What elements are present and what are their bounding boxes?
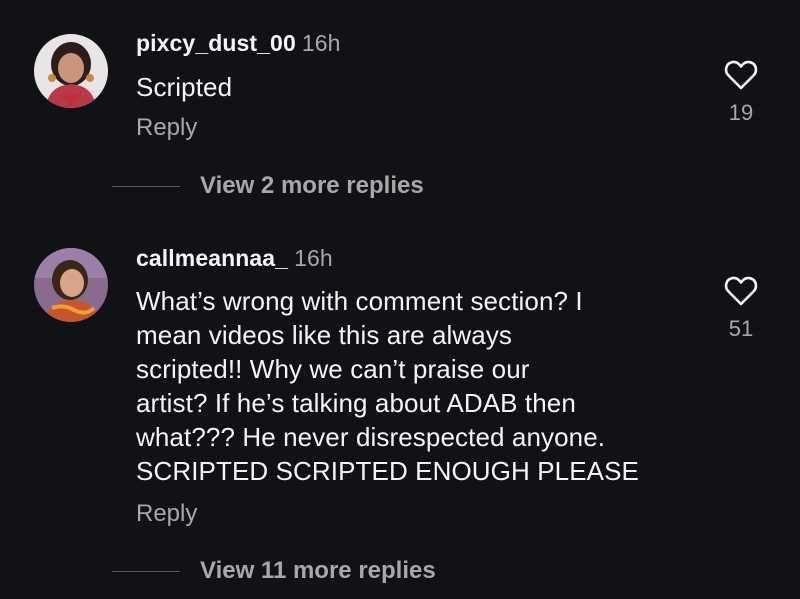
comments-screen: pixcy_dust_00 16h Scripted Reply 19 View …: [0, 0, 800, 599]
comment-timestamp: 16h: [301, 30, 341, 56]
like-count: 19: [728, 100, 754, 125]
heart-outline-icon[interactable]: [724, 60, 758, 90]
comment-username[interactable]: callmeannaa_ 16h: [136, 245, 333, 272]
divider-line: [112, 570, 180, 572]
comment-text: What’s wrong with comment section? I mea…: [136, 286, 639, 486]
avatar-image: [34, 248, 108, 322]
heart-outline-icon[interactable]: [724, 276, 758, 306]
view-more-replies-label[interactable]: View 11 more replies: [200, 557, 436, 585]
view-more-replies[interactable]: View 2 more replies: [112, 172, 424, 200]
reply-button[interactable]: Reply: [136, 114, 197, 142]
like-control: 19: [711, 60, 771, 126]
like-count: 51: [728, 316, 754, 341]
avatar-image: [34, 34, 108, 108]
comment-timestamp: 16h: [294, 245, 333, 271]
comment-text: Scripted: [136, 72, 233, 102]
username-text[interactable]: callmeannaa_: [136, 245, 288, 271]
like-control: 51: [711, 276, 771, 342]
view-more-replies-label[interactable]: View 2 more replies: [200, 172, 424, 200]
avatar[interactable]: [34, 248, 108, 322]
username-text[interactable]: pixcy_dust_00: [136, 30, 296, 56]
divider-line: [112, 185, 180, 187]
avatar[interactable]: [34, 34, 108, 108]
comment-username[interactable]: pixcy_dust_00 16h: [136, 30, 341, 57]
view-more-replies[interactable]: View 11 more replies: [112, 557, 436, 585]
reply-button[interactable]: Reply: [136, 500, 197, 528]
